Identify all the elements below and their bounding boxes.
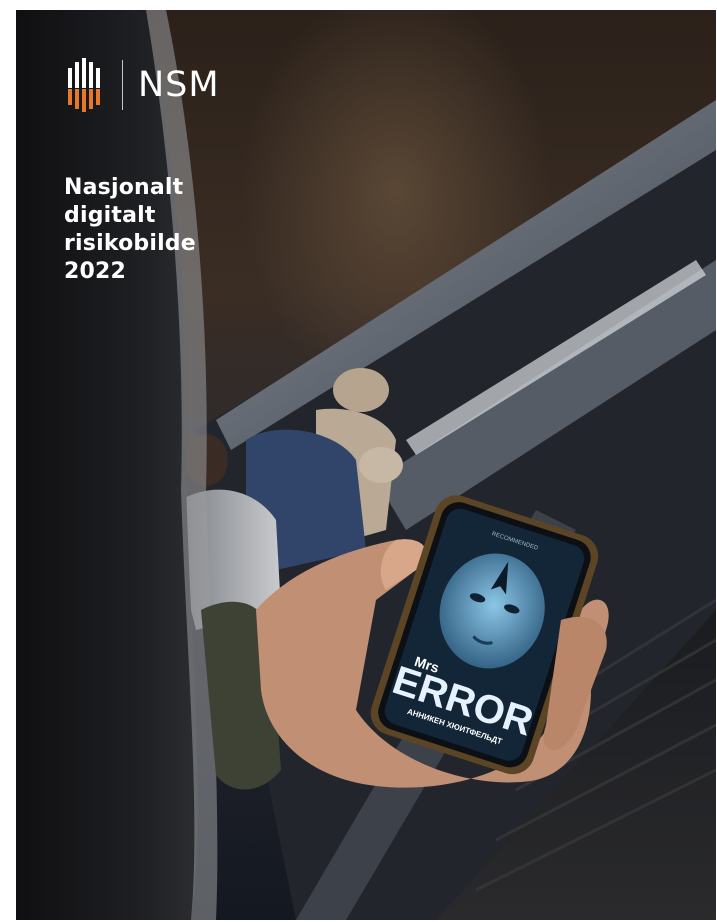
report-title: Nasjonalt digitalt risikobilde 2022 (64, 174, 284, 286)
report-title-line: digitalt (64, 203, 156, 228)
report-title-line: Nasjonalt (64, 175, 184, 200)
report-title-line: risikobilde (64, 231, 196, 256)
cover-photo: RECOMMENDED Mrs ERROR АННИКЕН ХЮИТФЕЛЬДТ (16, 10, 716, 920)
nsm-logo-icon (68, 58, 100, 112)
report-year: 2022 (64, 259, 127, 284)
report-cover: RECOMMENDED Mrs ERROR АННИКЕН ХЮИТФЕЛЬДТ (16, 10, 716, 920)
logo-divider (122, 60, 123, 110)
nsm-logo-text: NSM (138, 65, 220, 105)
